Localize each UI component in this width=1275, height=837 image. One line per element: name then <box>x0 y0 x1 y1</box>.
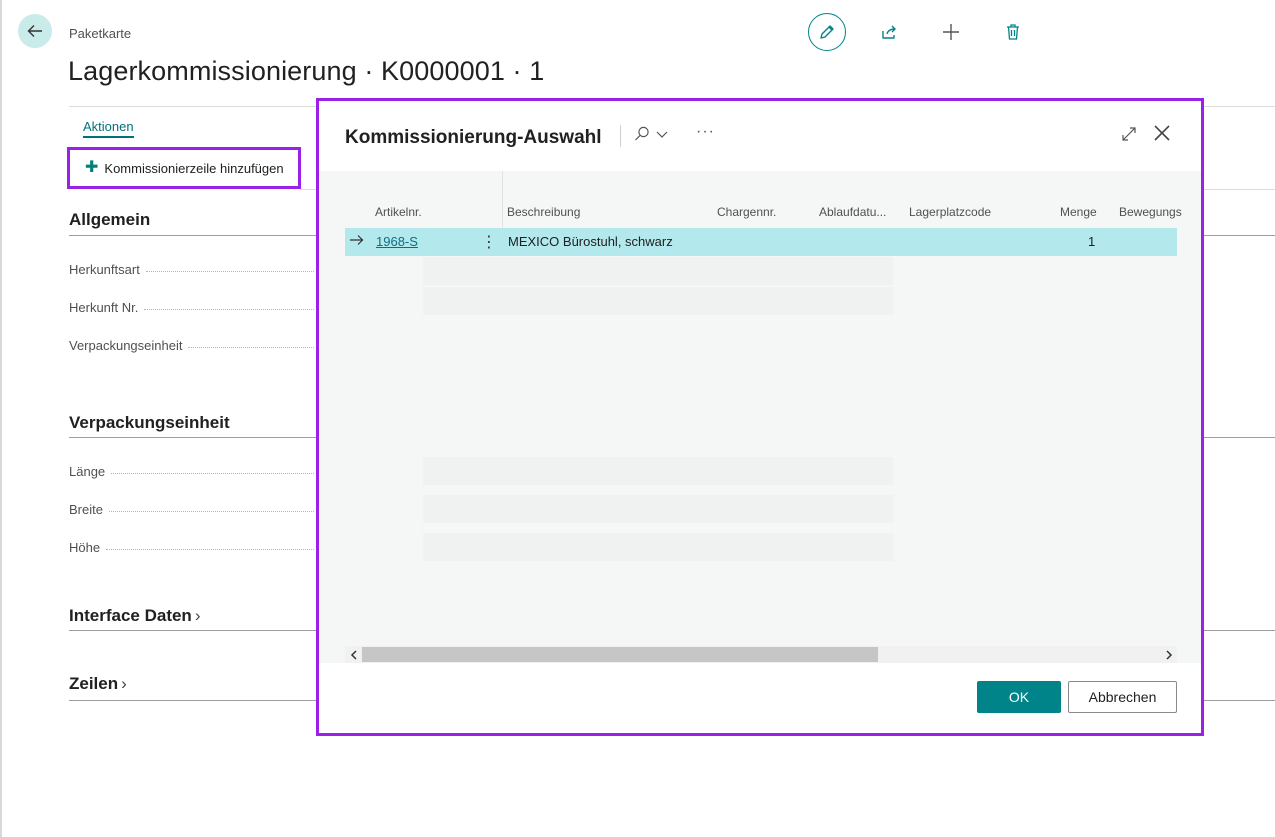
chevron-left-icon <box>350 649 357 660</box>
field-height: Höhe <box>69 540 314 555</box>
placeholder-row <box>423 495 893 523</box>
grid-header: Artikelnr. Beschreibung Chargennr. Ablau… <box>345 171 1182 229</box>
column-header-description[interactable]: Beschreibung <box>507 205 580 219</box>
trash-icon <box>1007 24 1019 40</box>
placeholder-row <box>423 287 893 315</box>
expand-icon <box>1122 127 1136 141</box>
field-source-type: Herkunftsart <box>69 262 314 277</box>
toolbar-divider <box>620 125 621 147</box>
cell-description: MEXICO Bürostuhl, schwarz <box>508 234 673 249</box>
chevron-right-icon <box>1165 649 1172 660</box>
placeholder-row <box>423 257 893 285</box>
column-header-quantity[interactable]: Menge <box>1060 205 1097 219</box>
add-pick-line-label: Kommissionierzeile hinzufügen <box>104 160 284 176</box>
chevron-right-icon: › <box>121 674 127 693</box>
scroll-right-button[interactable] <box>1160 646 1177 663</box>
back-button[interactable] <box>18 14 52 48</box>
breadcrumb: Paketkarte <box>69 26 132 41</box>
new-button[interactable] <box>932 13 970 51</box>
column-header-bin-code[interactable]: Lagerplatzcode <box>909 205 991 219</box>
chevron-right-icon: › <box>194 606 201 625</box>
plus-icon <box>943 24 959 40</box>
column-header-expiry-date[interactable]: Ablaufdatu... <box>819 205 886 219</box>
field-label: Höhe <box>69 540 101 555</box>
arrow-right-icon <box>350 235 364 245</box>
page-title: Lagerkommissionierung · K0000001 · 1 <box>68 56 545 86</box>
close-button[interactable] <box>1152 123 1172 148</box>
placeholder-row <box>423 457 893 485</box>
field-label: Herkunftsart <box>69 262 140 277</box>
column-header-lot-no[interactable]: Chargennr. <box>717 205 776 219</box>
scroll-left-button[interactable] <box>345 646 362 663</box>
search-icon <box>635 126 649 141</box>
column-header-movement[interactable]: Bewegungs <box>1119 205 1182 219</box>
field-label: Breite <box>69 502 103 517</box>
section-interface-title[interactable]: Interface Daten › <box>69 606 201 626</box>
tab-actions[interactable]: Aktionen <box>83 119 134 138</box>
pick-list-grid: Artikelnr. Beschreibung Chargennr. Ablau… <box>319 171 1201 663</box>
edit-button[interactable] <box>808 13 846 51</box>
window-edge <box>0 0 2 837</box>
search-button[interactable] <box>633 125 669 143</box>
row-actions-icon[interactable]: ⋮ <box>481 232 497 252</box>
section-general-title[interactable]: Allgemein <box>69 210 150 230</box>
arrow-left-icon <box>27 25 42 37</box>
delete-button[interactable] <box>994 13 1032 51</box>
field-source-no: Herkunft Nr. <box>69 300 314 315</box>
share-button[interactable] <box>870 13 908 51</box>
scrollbar-thumb[interactable] <box>362 647 878 662</box>
field-label: Länge <box>69 464 106 479</box>
table-row[interactable]: 1968-S ⋮ MEXICO Bürostuhl, schwarz 1 <box>345 228 1177 256</box>
item-no-link[interactable]: 1968-S <box>376 234 418 249</box>
field-label: Herkunft Nr. <box>69 300 139 315</box>
horizontal-scrollbar[interactable] <box>345 646 1177 663</box>
cell-quantity: 1 <box>1088 234 1096 249</box>
field-length: Länge <box>69 464 314 479</box>
placeholder-row <box>423 533 893 561</box>
page-toolbar <box>808 13 1056 51</box>
more-options-button[interactable]: ··· <box>696 123 715 141</box>
field-packaging-unit: Verpackungseinheit <box>69 338 314 353</box>
field-label: Verpackungseinheit <box>69 338 183 353</box>
section-packaging-title[interactable]: Verpackungseinheit <box>69 413 230 433</box>
dialog-title: Kommissionierung-Auswahl <box>345 127 602 148</box>
cancel-button[interactable]: Abbrechen <box>1068 681 1177 713</box>
add-icon: ✚ <box>85 159 99 176</box>
field-width: Breite <box>69 502 314 517</box>
share-icon <box>882 25 896 39</box>
chevron-down-icon <box>656 131 668 138</box>
pencil-icon <box>820 25 834 39</box>
ok-button[interactable]: OK <box>977 681 1061 713</box>
column-header-item-no[interactable]: Artikelnr. <box>375 205 422 219</box>
section-lines-title[interactable]: Zeilen › <box>69 674 127 694</box>
close-icon <box>1154 125 1170 141</box>
add-pick-line-button[interactable]: ✚ Kommissionierzeile hinzufügen <box>67 147 301 189</box>
section-lines-label: Zeilen <box>69 674 119 693</box>
section-interface-label: Interface Daten <box>69 606 192 625</box>
pick-selection-dialog: Kommissionierung-Auswahl ··· Artikelnr. … <box>316 98 1204 736</box>
expand-button[interactable] <box>1120 125 1138 148</box>
